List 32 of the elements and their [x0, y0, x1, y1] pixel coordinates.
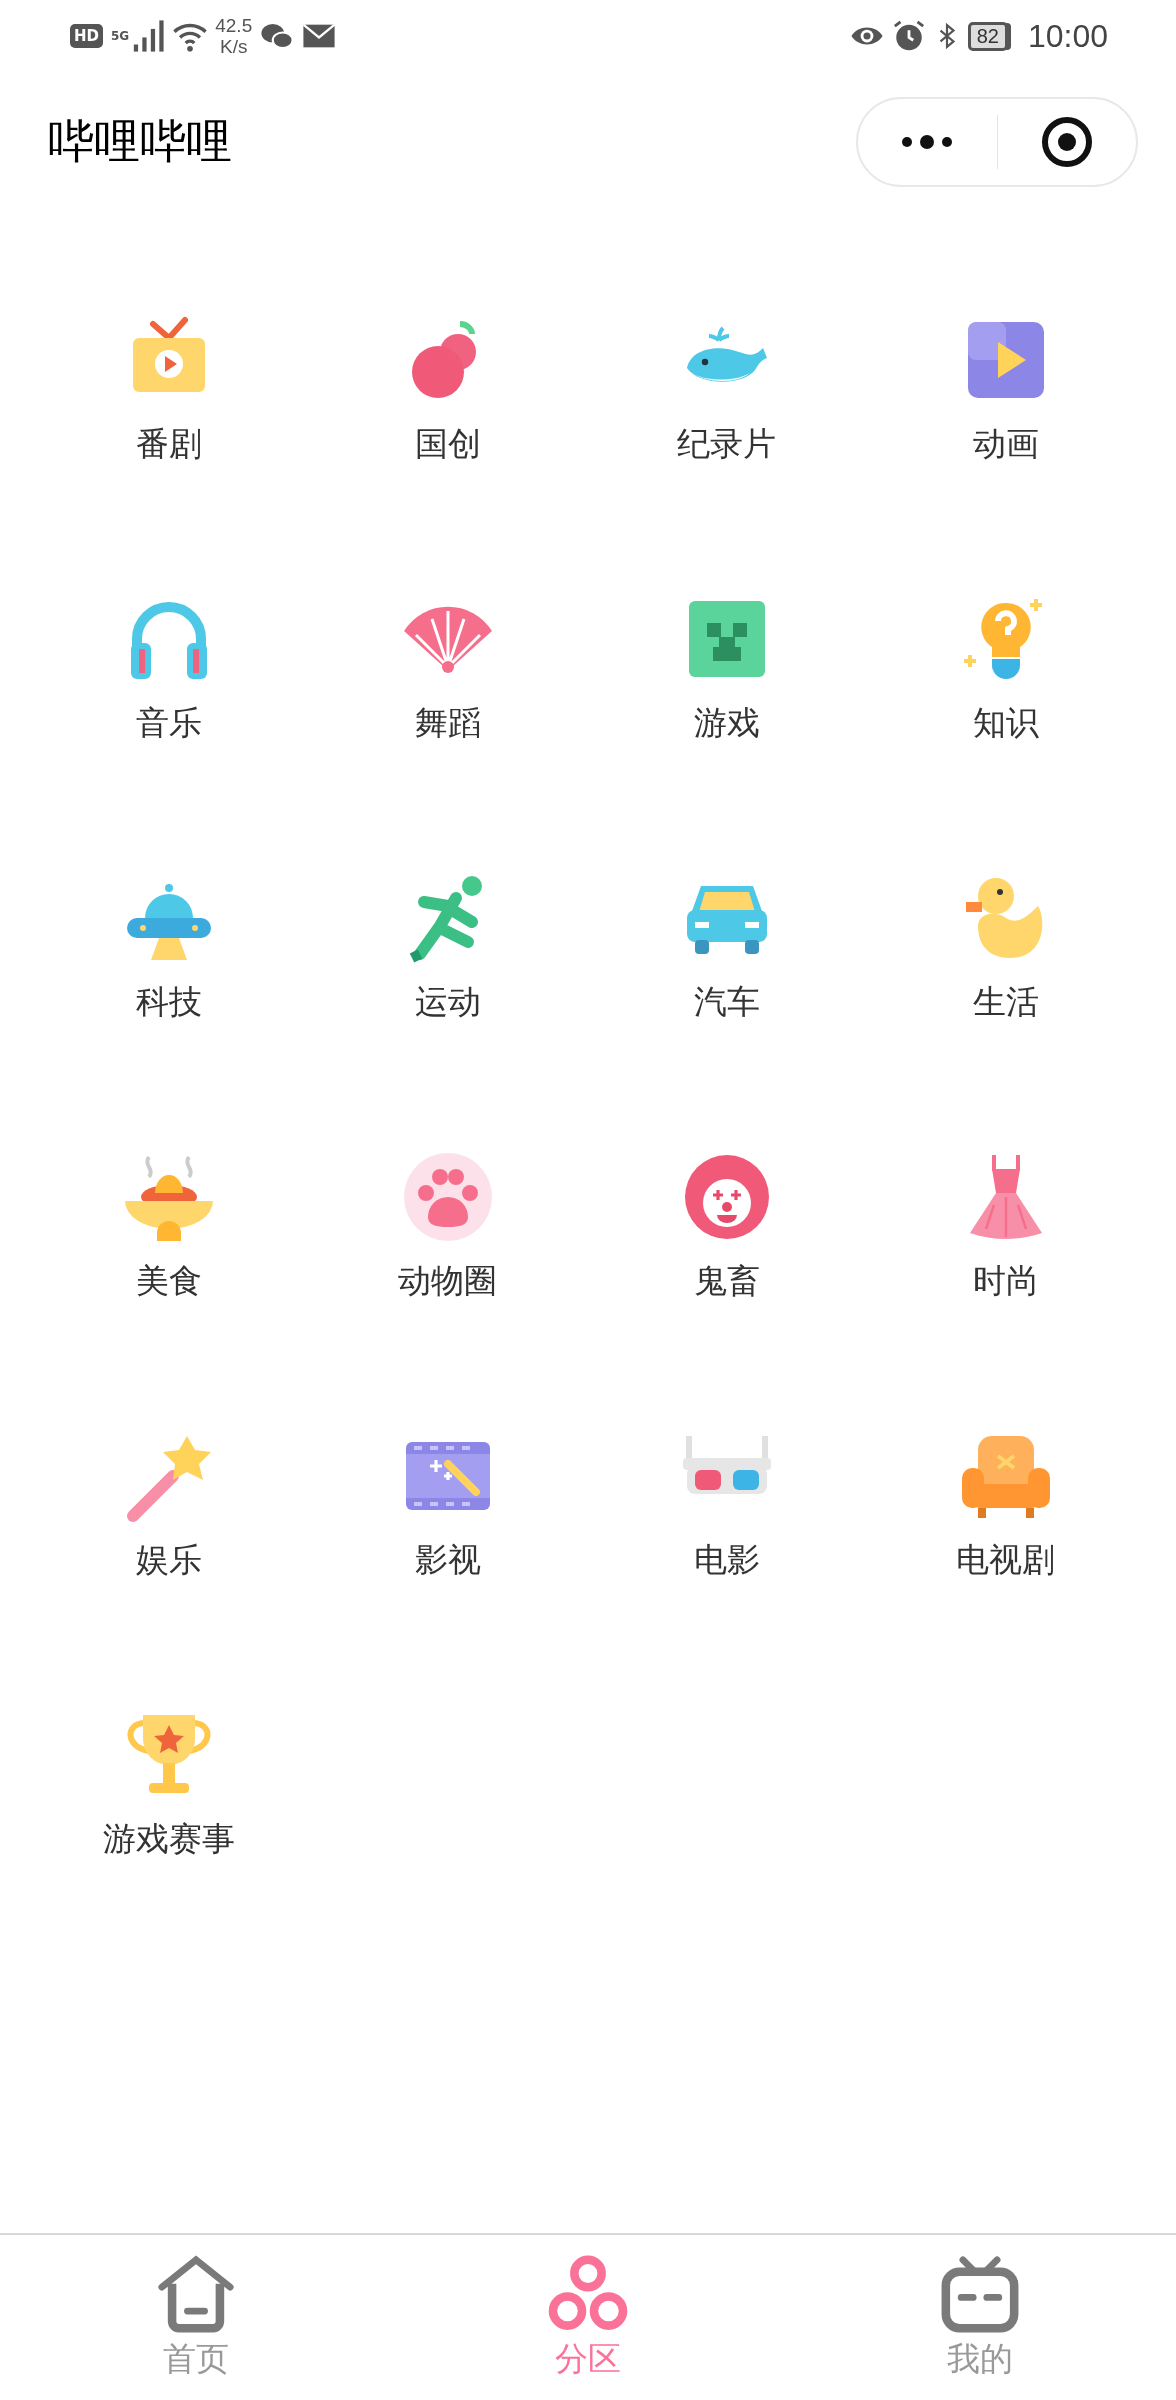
- category-item[interactable]: 鬼畜: [587, 1129, 866, 1408]
- category-item[interactable]: 电影: [587, 1408, 866, 1687]
- speed-value: 42.5: [215, 15, 253, 36]
- hd-badge: HD: [70, 24, 103, 48]
- category-item[interactable]: 美食: [29, 1129, 308, 1408]
- category-item[interactable]: 音乐: [29, 571, 308, 850]
- category-item[interactable]: 科技: [29, 850, 308, 1129]
- category-item[interactable]: 国创: [308, 292, 587, 571]
- tv-face-icon: [939, 2253, 1021, 2335]
- category-item[interactable]: 番剧: [29, 292, 308, 571]
- category-item[interactable]: 舞蹈: [308, 571, 587, 850]
- category-item[interactable]: 动画: [866, 292, 1145, 571]
- home-icon: [155, 2253, 237, 2335]
- category-item[interactable]: 知识: [866, 571, 1145, 850]
- speed-unit: K/s: [220, 36, 248, 57]
- category-item[interactable]: 游戏赛事: [29, 1687, 308, 1966]
- alarm-icon: [891, 19, 926, 53]
- category-item[interactable]: 影视: [308, 1408, 587, 1687]
- category-item[interactable]: 电视剧: [866, 1408, 1145, 1687]
- signal-icon: [131, 19, 166, 53]
- category-item[interactable]: 生活: [866, 850, 1145, 1129]
- battery-indicator: 82: [967, 21, 1008, 51]
- category-item[interactable]: 纪录片: [587, 292, 866, 571]
- network-label: 5G: [111, 29, 130, 43]
- app-title: 哔哩哔哩: [48, 113, 232, 170]
- category-item[interactable]: 娱乐: [29, 1408, 308, 1687]
- category-item[interactable]: 时尚: [866, 1129, 1145, 1408]
- category-item[interactable]: 汽车: [587, 850, 866, 1129]
- category-item[interactable]: 运动: [308, 850, 587, 1129]
- category-item[interactable]: 游戏: [587, 571, 866, 850]
- clock-time: 10:00: [1027, 17, 1108, 55]
- category-item[interactable]: 动物圈: [308, 1129, 587, 1408]
